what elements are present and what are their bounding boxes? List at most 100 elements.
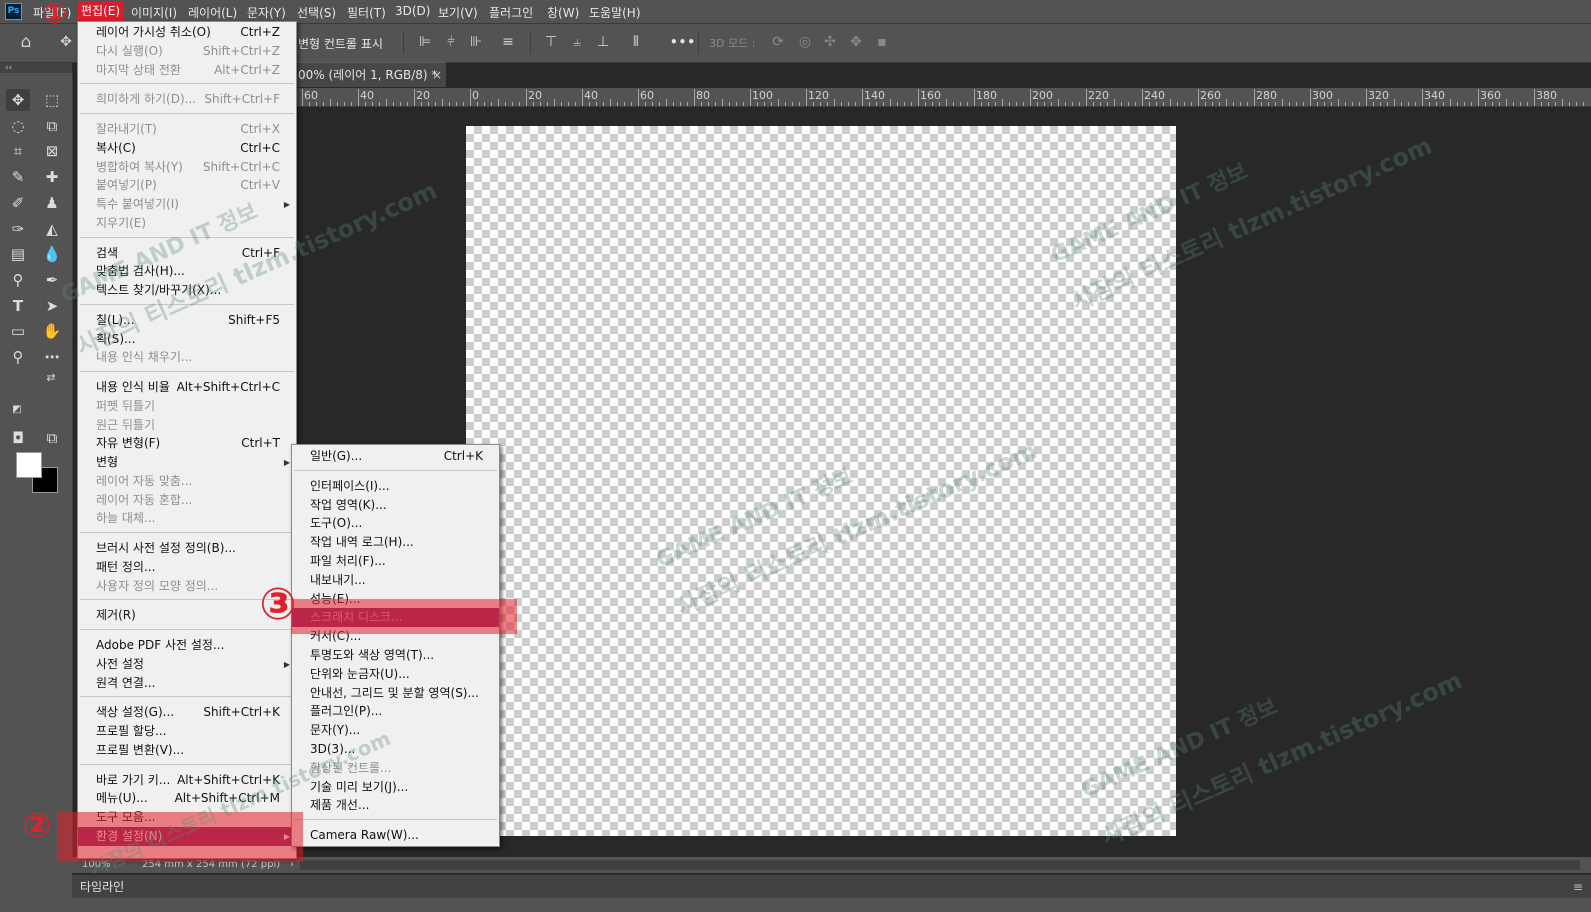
edit-menu-item-바로-가기-키[interactable]: 바로 가기 키... Alt+Shift+Ctrl+K [78, 771, 296, 790]
prefs-menu-item-파일-처리[interactable]: 파일 처리(F)... [292, 552, 499, 571]
menu-image[interactable]: 이미지(I) [131, 4, 177, 21]
prefs-menu-item-일반[interactable]: 일반(G)... Ctrl+K [292, 447, 499, 466]
crop-tool-icon[interactable]: ⌗ [6, 140, 30, 162]
horizontal-scrollbar[interactable] [300, 860, 1580, 870]
path-select-tool-icon[interactable]: ➤ [40, 295, 64, 317]
panel-collapse-button[interactable]: ‹‹ [0, 63, 72, 73]
close-icon[interactable]: × [432, 63, 442, 87]
document-canvas[interactable] [466, 126, 1176, 836]
edit-menu-item-메뉴[interactable]: 메뉴(U)... Alt+Shift+Ctrl+M [78, 789, 296, 808]
lasso-tool-icon[interactable]: ◌ [6, 115, 30, 137]
edit-menu-item-내용-인식-채우기[interactable]: 내용 인식 채우기... [78, 348, 296, 367]
history-brush-tool-icon[interactable]: ✑ [6, 218, 30, 240]
menu-type[interactable]: 문자(Y) [247, 4, 286, 21]
prefs-menu-item-단위와-눈금자[interactable]: 단위와 눈금자(U)... [292, 665, 499, 684]
align-vcenter-icon[interactable]: ⫨ [569, 34, 585, 50]
gradient-tool-icon[interactable]: ▤ [6, 243, 30, 265]
marquee-tool-icon[interactable]: ⬚ [40, 89, 64, 111]
slide-3d-icon[interactable]: ✥ [848, 34, 864, 50]
edit-menu-item-변형[interactable]: 변형 ▶ [78, 453, 296, 472]
move-tool-icon[interactable]: ✥ [6, 89, 30, 111]
distribute-horizontal-icon[interactable]: ≡ [500, 34, 516, 50]
prefs-menu-item-도구[interactable]: 도구(O)... [292, 514, 499, 533]
align-left-icon[interactable]: ⊫ [417, 34, 433, 50]
frame-tool-icon[interactable]: ⊠ [40, 140, 64, 162]
edit-toolbar-icon[interactable]: ⋯ [40, 346, 64, 368]
edit-menu-item-병합하여-복사[interactable]: 병합하여 복사(Y) Shift+Ctrl+C [78, 158, 296, 177]
edit-menu-item-복사[interactable]: 복사(C) Ctrl+C [78, 139, 296, 158]
menu-layer[interactable]: 레이어(L) [188, 4, 237, 21]
edit-menu-item-희미하게-하기[interactable]: 희미하게 하기(D)... Shift+Ctrl+F [78, 90, 296, 109]
home-icon[interactable]: ⌂ [18, 34, 34, 51]
blur-tool-icon[interactable]: 💧 [40, 243, 64, 265]
edit-menu-item-퍼펫-뒤틀기[interactable]: 퍼펫 뒤틀기 [78, 397, 296, 416]
align-hcenter-icon[interactable]: ⫩ [443, 34, 459, 50]
type-tool-icon[interactable]: T [6, 295, 30, 317]
prefs-menu-item-플러그인[interactable]: 플러그인(P)... [292, 702, 499, 721]
align-top-icon[interactable]: ⊤ [543, 34, 559, 50]
edit-menu-item-하늘-대체[interactable]: 하늘 대체... [78, 509, 296, 528]
edit-menu-item-붙여넣기[interactable]: 붙여넣기(P) Ctrl+V [78, 176, 296, 195]
dodge-tool-icon[interactable]: ⚲ [6, 269, 30, 291]
edit-menu-item-마지막-상태-전환[interactable]: 마지막 상태 전환 Alt+Ctrl+Z [78, 61, 296, 80]
pen-tool-icon[interactable]: ✒ [40, 269, 64, 291]
edit-menu-item-프로필-변환[interactable]: 프로필 변환(V)... [78, 741, 296, 760]
edit-menu-item-검색[interactable]: 검색 Ctrl+F [78, 244, 296, 263]
edit-menu-item-다시-실행[interactable]: 다시 실행(O) Shift+Ctrl+Z [78, 42, 296, 61]
horizontal-ruler[interactable]: 60 40 20 0 20 40 60 80 100 120 140 160 180 200 220 240 2… [296, 88, 1591, 107]
quick-mask-icon[interactable]: ◘ [6, 427, 30, 449]
edit-menu-item-사전-설정[interactable]: 사전 설정 ▶ [78, 655, 296, 674]
eyedropper-tool-icon[interactable]: ✎ [6, 166, 30, 188]
edit-menu-item-프로필-할당[interactable]: 프로필 할당... [78, 722, 296, 741]
menu-edit[interactable]: 편집(E) [78, 1, 124, 21]
swap-colors-icon[interactable]: ⇄ [44, 371, 58, 385]
prefs-menu-item-내보내기[interactable]: 내보내기... [292, 571, 499, 590]
prefs-menu-item-문자[interactable]: 문자(Y)... [292, 721, 499, 740]
clone-stamp-tool-icon[interactable]: ♟ [40, 192, 64, 214]
panel-menu-icon[interactable]: ≡ [1573, 875, 1583, 899]
prefs-menu-item-투명도와-색상-영역[interactable]: 투명도와 색상 영역(T)... [292, 646, 499, 665]
edit-menu-item-원격-연결[interactable]: 원격 연결... [78, 674, 296, 693]
edit-menu-item-텍스트-찾기-바꾸기[interactable]: 텍스트 찾기/바꾸기(X)... [78, 281, 296, 300]
edit-menu-item-맞춤법-검사[interactable]: 맞춤법 검사(H)... [78, 262, 296, 281]
edit-menu-item-내용-인식-비율[interactable]: 내용 인식 비율 Alt+Shift+Ctrl+C [78, 378, 296, 397]
menu-select[interactable]: 선택(S) [297, 4, 336, 21]
edit-menu-item-잘라내기[interactable]: 잘라내기(T) Ctrl+X [78, 120, 296, 139]
brush-tool-icon[interactable]: ✐ [6, 192, 30, 214]
edit-menu-item-브러시-사전-설정-정의[interactable]: 브러시 사전 설정 정의(B)... [78, 539, 296, 558]
object-select-tool-icon[interactable]: ⧉ [40, 115, 64, 137]
edit-menu-item-칠[interactable]: 칠(L)... Shift+F5 [78, 311, 296, 330]
prefs-menu-item-camera-raw[interactable]: Camera Raw(W)... [292, 826, 499, 845]
orbit-3d-icon[interactable]: ⟳ [770, 34, 786, 50]
edit-menu-item-획[interactable]: 획(S)... [78, 330, 296, 349]
default-colors-icon[interactable]: ◩ [10, 403, 24, 417]
more-options-icon[interactable]: ••• [670, 35, 696, 49]
roll-3d-icon[interactable]: ◎ [797, 34, 813, 50]
edit-menu-item-패턴-정의[interactable]: 패턴 정의... [78, 558, 296, 577]
hand-tool-icon[interactable]: ✋ [40, 320, 64, 342]
prefs-menu-item-향상된-컨트롤[interactable]: 향상된 컨트롤... [292, 759, 499, 778]
menu-help[interactable]: 도움말(H) [589, 4, 641, 21]
eraser-tool-icon[interactable]: ◭ [40, 218, 64, 240]
edit-menu-item-지우기[interactable]: 지우기(E) [78, 214, 296, 233]
menu-filter[interactable]: 필터(T) [347, 4, 386, 21]
menu-window[interactable]: 창(W) [547, 4, 579, 21]
zoom-tool-icon[interactable]: ⚲ [6, 346, 30, 368]
foreground-color-swatch[interactable] [16, 452, 42, 478]
scale-3d-icon[interactable]: ▪ [874, 34, 890, 50]
screen-mode-icon[interactable]: ⧉ [40, 427, 64, 449]
prefs-menu-item-기술-미리-보기[interactable]: 기술 미리 보기(J)... [292, 778, 499, 797]
prefs-menu-item-안내선-그리드-및-분할-영역[interactable]: 안내선, 그리드 및 분할 영역(S)... [292, 684, 499, 703]
rectangle-tool-icon[interactable]: ▭ [6, 320, 30, 342]
edit-menu-item-레이어-가시성-취소[interactable]: 레이어 가시성 취소(O) Ctrl+Z [78, 23, 296, 42]
transform-controls-label[interactable]: 변형 컨트롤 표시 [298, 35, 383, 52]
edit-menu-item-레이어-자동-혼합[interactable]: 레이어 자동 혼합... [78, 491, 296, 510]
healing-brush-tool-icon[interactable]: ✚ [40, 166, 64, 188]
menu-view[interactable]: 보기(V) [438, 4, 478, 21]
prefs-menu-item-작업-내역-로그[interactable]: 작업 내역 로그(H)... [292, 533, 499, 552]
photoshop-logo-icon[interactable]: Ps [5, 3, 22, 20]
menu-3d[interactable]: 3D(D) [395, 4, 430, 18]
prefs-menu-item-제품-개선[interactable]: 제품 개선... [292, 796, 499, 815]
pan-3d-icon[interactable]: ✣ [822, 34, 838, 50]
document-tab[interactable]: 00% (레이어 1, RGB/8) * × [296, 62, 446, 87]
